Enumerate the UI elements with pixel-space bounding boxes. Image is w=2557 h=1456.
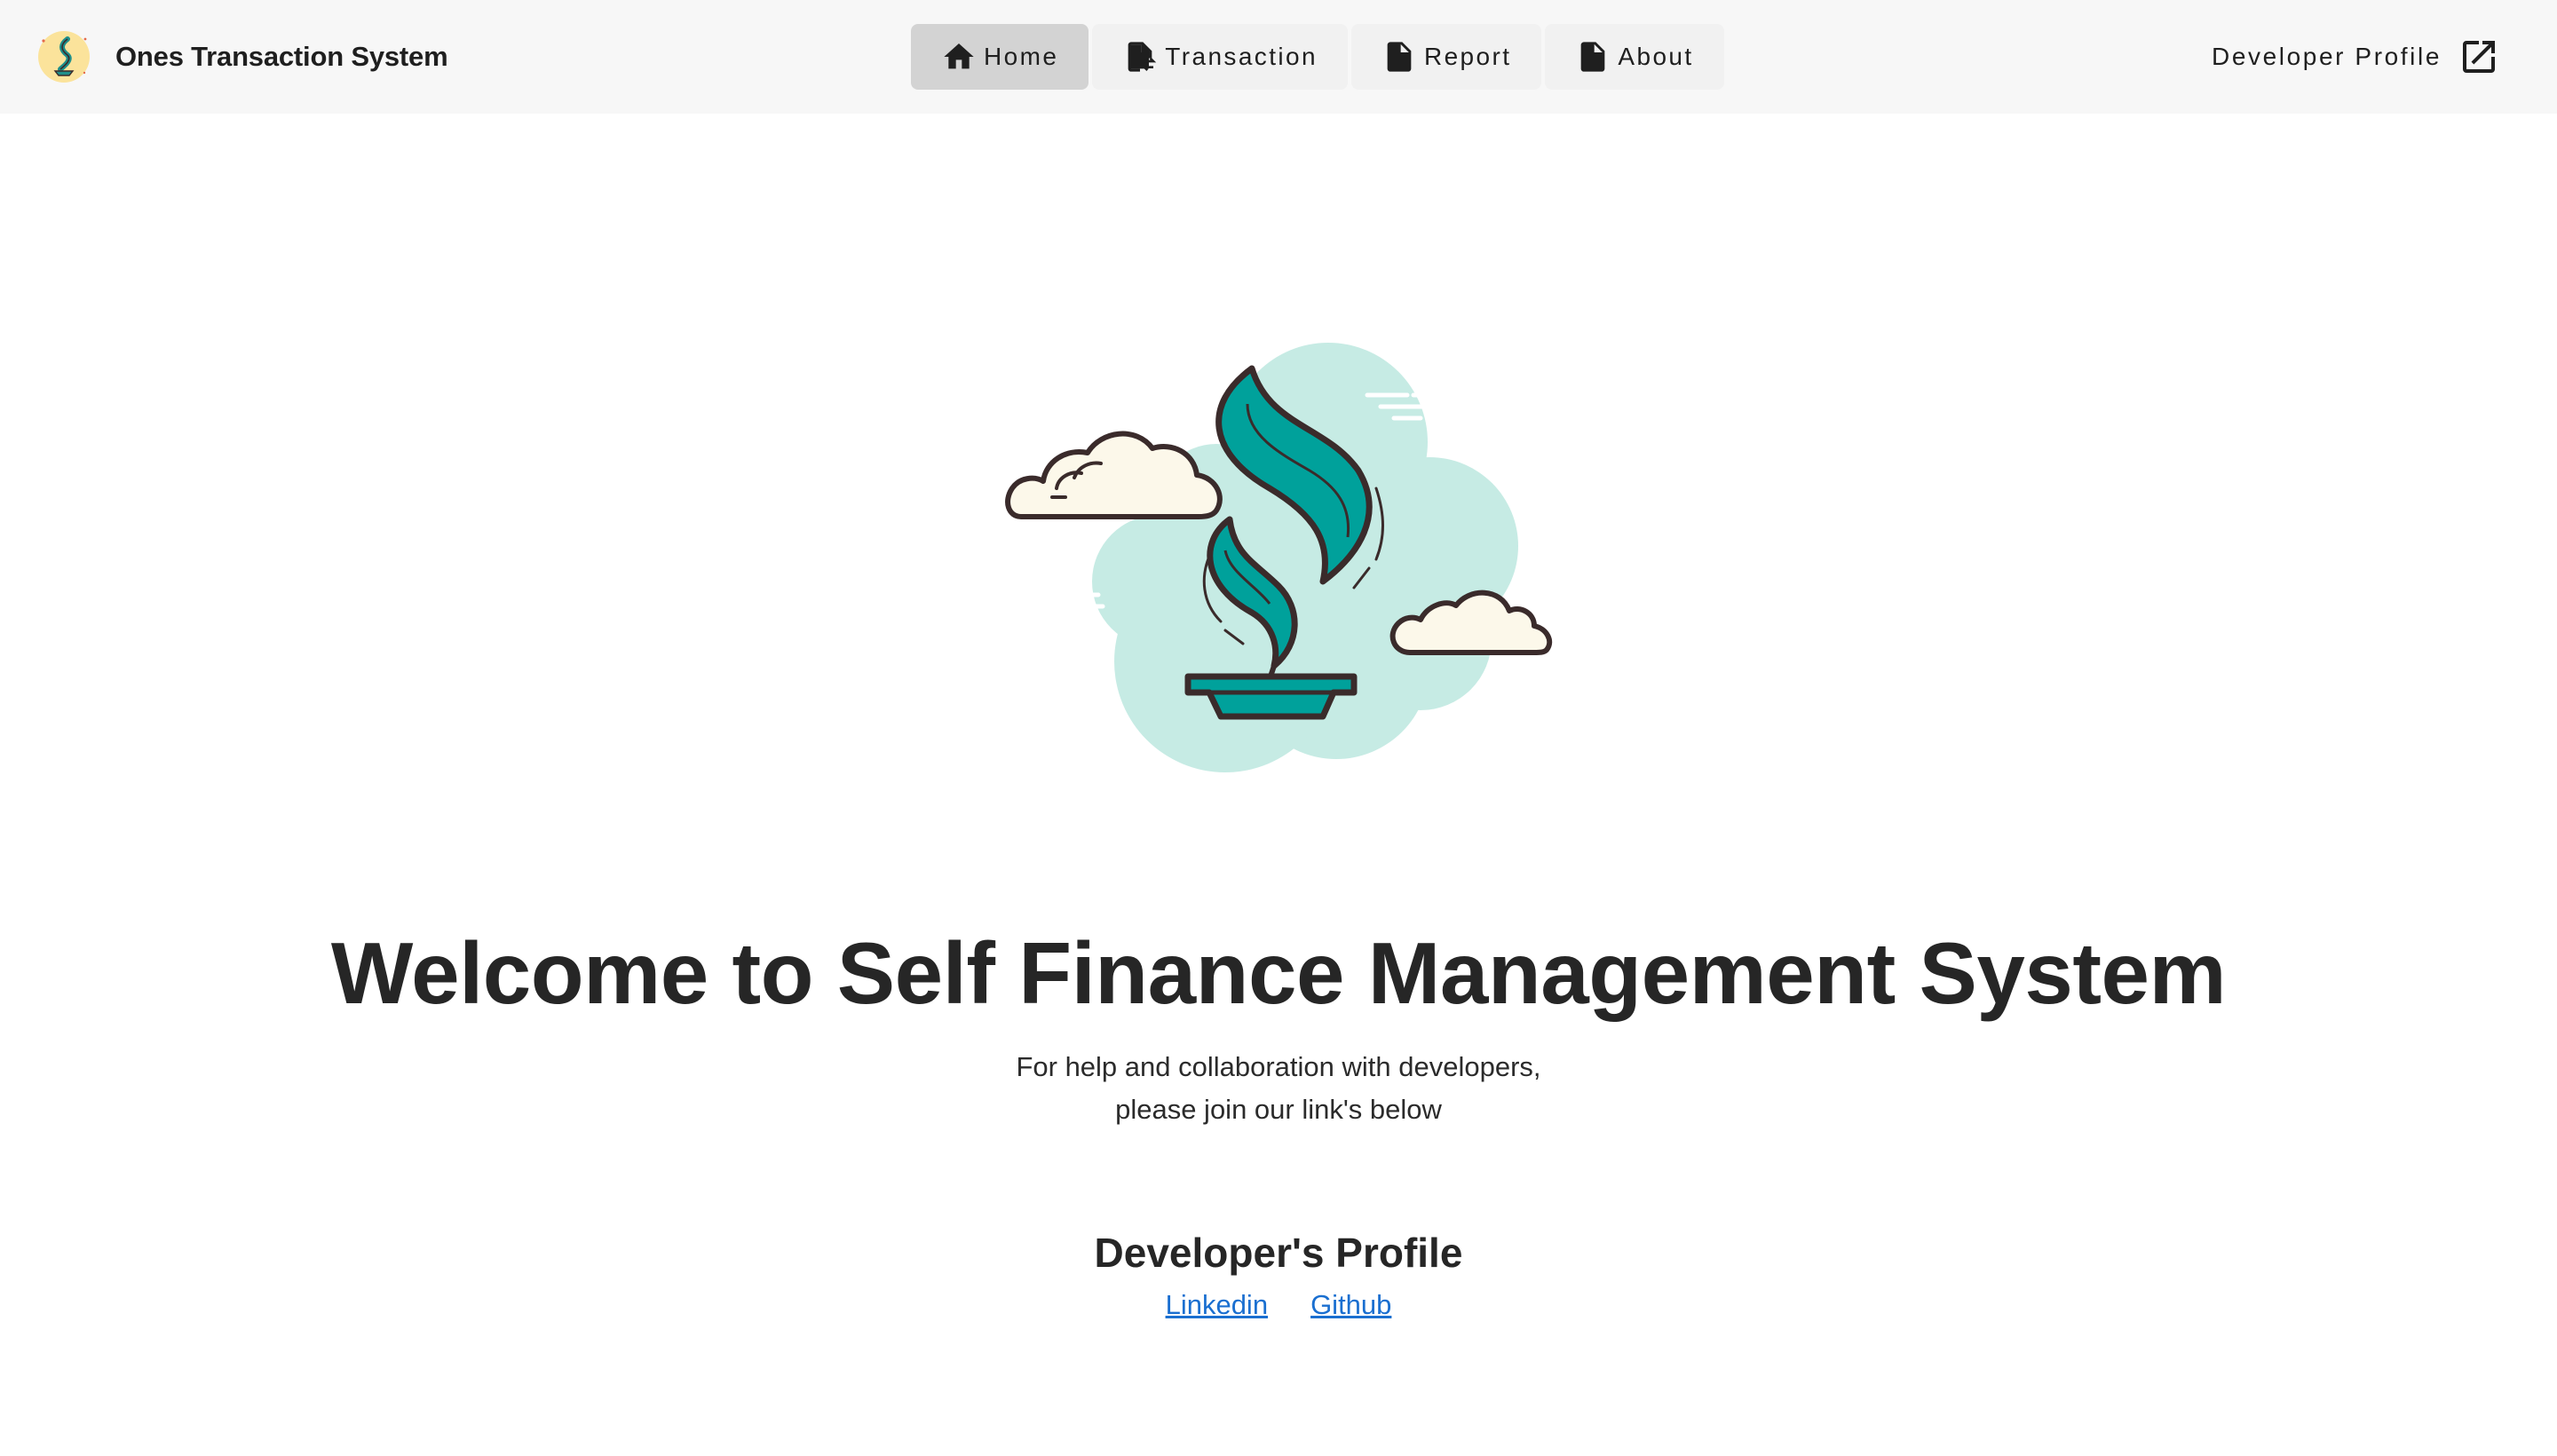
help-text: For help and collaboration with develope… <box>0 1046 2557 1131</box>
tab-transaction[interactable]: Transaction <box>1092 24 1348 90</box>
document-icon <box>1581 42 1605 72</box>
hero-illustration-svg <box>1005 343 1553 772</box>
tab-about-label: About <box>1618 43 1694 70</box>
dollar-sprout-clouds-illustration <box>1003 328 1563 799</box>
help-text-line-1: For help and collaboration with develope… <box>1016 1051 1541 1082</box>
tab-about[interactable]: About <box>1545 24 1724 90</box>
developer-links: Linkedin Github <box>0 1289 2557 1321</box>
tab-report[interactable]: Report <box>1350 24 1542 90</box>
app-title: Ones Transaction System <box>115 41 448 72</box>
tab-home[interactable]: Home <box>911 24 1089 90</box>
help-text-line-2: please join our link's below <box>1115 1094 1442 1125</box>
linkedin-link[interactable]: Linkedin <box>1166 1289 1268 1321</box>
tab-home-label: Home <box>984 43 1059 70</box>
github-link[interactable]: Github <box>1310 1289 1391 1321</box>
tab-report-label: Report <box>1423 43 1512 70</box>
developer-profile-label: Developer Profile <box>2212 43 2442 70</box>
tab-transaction-label: Transaction <box>1165 43 1318 70</box>
page-title: Welcome to Self Finance Management Syste… <box>330 924 2227 1022</box>
app-bar: Ones Transaction System Home Transaction… <box>0 0 2557 114</box>
developer-profile-heading: Developer's Profile <box>1094 1230 1463 1276</box>
document-icon <box>1387 42 1412 72</box>
home-icon <box>944 44 974 69</box>
brand[interactable]: Ones Transaction System <box>36 27 448 87</box>
dollar-plant-logo-icon <box>38 31 90 83</box>
developer-profile-button[interactable]: Developer Profile <box>2212 30 2500 83</box>
open-in-new-icon <box>2463 41 2495 73</box>
file-transfer-icon <box>1128 42 1157 72</box>
main-nav: Home Transaction Report About <box>911 24 1724 90</box>
